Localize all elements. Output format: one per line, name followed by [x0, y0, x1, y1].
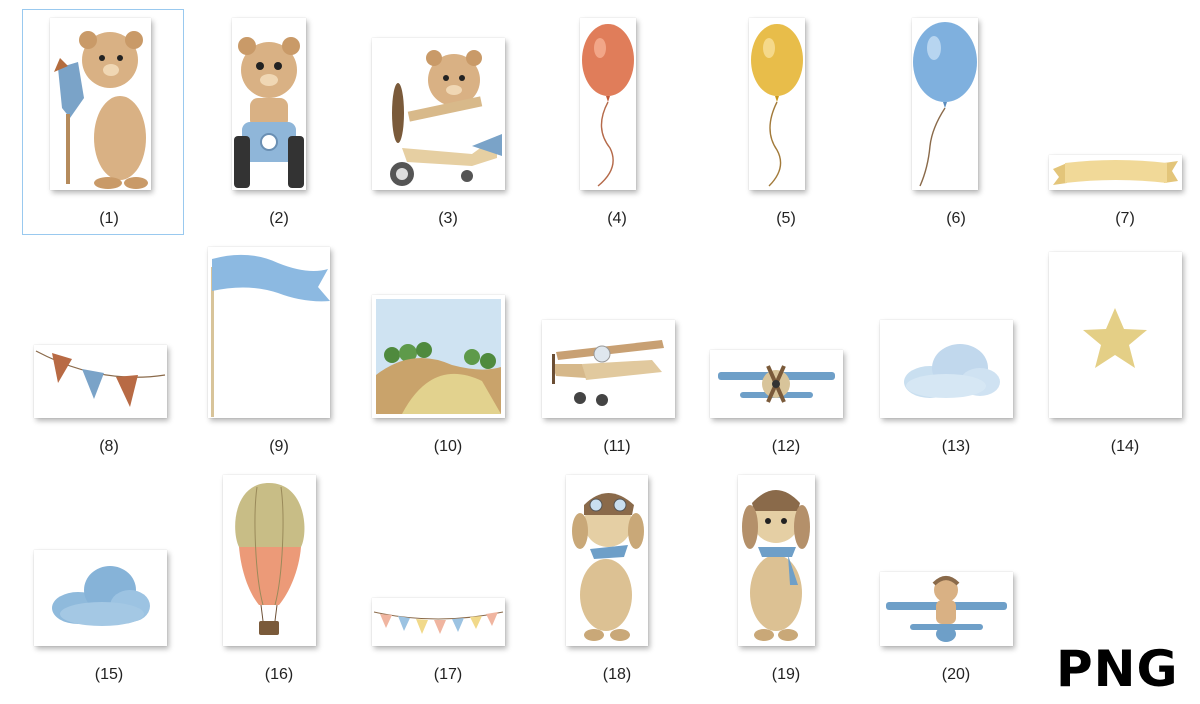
hot-air-balloon-icon [235, 483, 305, 635]
thumbnail-ribbon-banner[interactable] [1049, 155, 1182, 190]
file-caption-3: (3) [438, 210, 458, 227]
cloud-icon [904, 344, 1000, 398]
thumbnail-yellow-balloon[interactable] [749, 18, 805, 190]
file-caption-13: (13) [941, 438, 971, 455]
blue-cloud-icon [52, 566, 150, 626]
file-caption-11: (11) [603, 438, 631, 455]
landscape-icon [376, 299, 501, 414]
thumbnail-blue-balloon[interactable] [912, 18, 978, 190]
bear-horse-icon [54, 31, 148, 189]
file-caption-19: (19) [771, 666, 801, 683]
red-balloon-icon [582, 24, 634, 187]
puppy-scarf-icon [742, 490, 810, 641]
file-caption-9: (9) [269, 438, 289, 455]
star-icon [1083, 308, 1147, 368]
thumbnail-hills-landscape[interactable] [372, 295, 505, 418]
thumbnail-red-balloon[interactable] [580, 18, 636, 190]
file-caption-5: (5) [776, 210, 796, 227]
png-badge: PNG [1056, 640, 1179, 698]
file-caption-14: (14) [1110, 438, 1140, 455]
thumbnail-blue-biplane[interactable] [710, 350, 843, 418]
blue-flag-icon [211, 254, 330, 417]
bunting-icon [35, 350, 166, 407]
thumbnail-bear-tractor[interactable] [232, 18, 306, 190]
file-caption-6: (6) [946, 210, 966, 227]
puppy-pilot-icon [572, 493, 644, 641]
file-caption-8: (8) [99, 438, 119, 455]
pastel-bunting-icon [373, 611, 504, 634]
ribbon-banner-icon [1053, 160, 1178, 185]
file-caption-20: (20) [941, 666, 971, 683]
bear-biplane-icon [886, 576, 1007, 642]
file-caption-17: (17) [433, 666, 463, 683]
bear-tractor-icon [234, 37, 304, 188]
file-caption-16: (16) [264, 666, 294, 683]
file-caption-2: (2) [269, 210, 289, 227]
thumbnail-bunting[interactable] [34, 345, 167, 418]
thumbnail-light-cloud[interactable] [880, 320, 1013, 418]
thumbnail-blue-flag[interactable] [208, 247, 330, 418]
thumbnail-bear-biplane[interactable] [880, 572, 1013, 646]
brown-biplane-icon [552, 340, 664, 406]
blue-biplane-icon [718, 365, 835, 403]
file-caption-12: (12) [771, 438, 801, 455]
file-caption-18: (18) [602, 666, 632, 683]
file-caption-15: (15) [94, 666, 124, 683]
thumbnail-hot-air-balloon[interactable] [223, 475, 316, 646]
thumbnail-pastel-bunting[interactable] [372, 598, 505, 646]
thumbnail-yellow-star[interactable] [1049, 252, 1182, 418]
file-caption-1: (1) [99, 210, 119, 227]
blue-balloon-icon [913, 22, 977, 187]
bear-airplane-icon [390, 50, 502, 186]
thumbnail-bear-horse[interactable] [50, 18, 151, 190]
file-caption-7: (7) [1115, 210, 1135, 227]
thumbnail-bear-airplane[interactable] [372, 38, 505, 190]
thumbnail-puppy-pilot-scarf[interactable] [738, 475, 815, 646]
thumbnail-brown-biplane[interactable] [542, 320, 675, 418]
file-caption-10: (10) [433, 438, 463, 455]
yellow-balloon-icon [751, 24, 803, 187]
thumbnail-blue-cloud[interactable] [34, 550, 167, 646]
file-caption-4: (4) [607, 210, 627, 227]
thumbnail-puppy-pilot[interactable] [566, 475, 648, 646]
